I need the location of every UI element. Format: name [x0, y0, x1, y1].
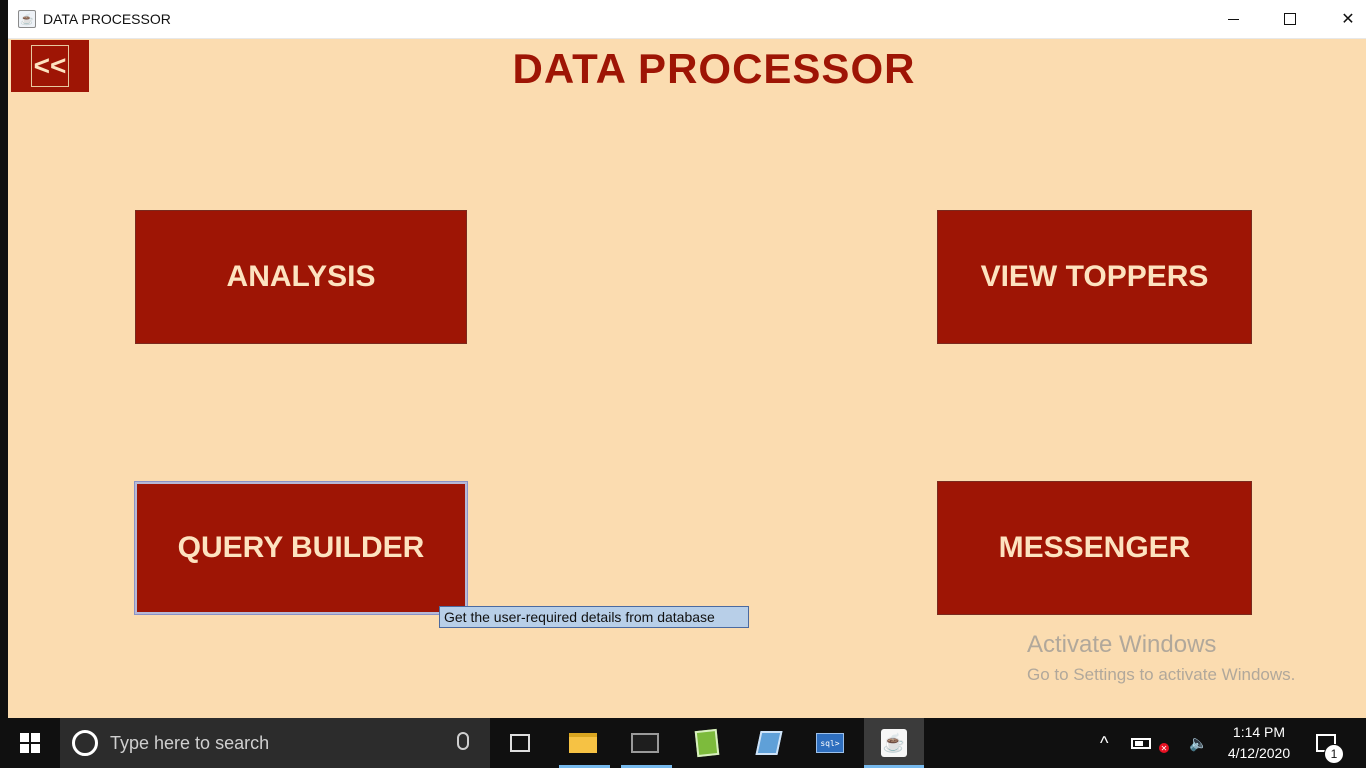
close-icon: ✕: [1341, 11, 1355, 28]
messenger-button[interactable]: MESSENGER: [937, 481, 1252, 615]
command-prompt-button[interactable]: [630, 728, 660, 758]
notepad-plus-button[interactable]: [692, 728, 722, 758]
notepad-plus-icon: [694, 728, 720, 758]
app-window: ☕ DATA PROCESSOR ✕ << DATA PROCESSOR ANA…: [8, 0, 1366, 718]
view-toppers-button[interactable]: VIEW TOPPERS: [937, 210, 1252, 344]
battery-icon: [1131, 737, 1151, 749]
notification-badge: 1: [1324, 744, 1344, 764]
minimize-button[interactable]: [1204, 0, 1262, 38]
taskbar: Type here to search sql> ☕ ^ ✕ 🔈 1:14 PM…: [0, 718, 1366, 768]
volume-button[interactable]: 🔈: [1189, 718, 1208, 768]
taskbar-search[interactable]: Type here to search: [60, 718, 490, 768]
blue-notepad-button[interactable]: [754, 728, 784, 758]
task-view-icon: [510, 734, 530, 752]
chevron-up-icon: ^: [1100, 732, 1109, 753]
main-panel: << DATA PROCESSOR ANALYSIS VIEW TOPPERS …: [8, 39, 1366, 718]
query-builder-tooltip: Get the user-required details from datab…: [439, 606, 749, 628]
clock-time: 1:14 PM: [1232, 724, 1286, 740]
network-button[interactable]: ✕: [1159, 718, 1169, 768]
window-title: DATA PROCESSOR: [43, 11, 171, 27]
speaker-icon: 🔈: [1189, 735, 1208, 752]
java-app-icon: ☕: [18, 10, 36, 28]
start-button[interactable]: [0, 718, 60, 768]
page-title: DATA PROCESSOR: [512, 45, 916, 92]
taskbar-clock[interactable]: 1:14 PM 4/12/2020: [1218, 722, 1300, 764]
maximize-button[interactable]: [1261, 0, 1319, 38]
query-builder-button[interactable]: QUERY BUILDER: [134, 481, 468, 615]
task-view-button[interactable]: [505, 728, 535, 758]
analysis-button[interactable]: ANALYSIS: [135, 210, 467, 344]
battery-button[interactable]: [1131, 718, 1151, 768]
activate-windows-watermark: Activate Windows Go to Settings to activ…: [1027, 631, 1295, 685]
blue-notepad-icon: [755, 731, 783, 755]
sql-button[interactable]: sql>: [815, 728, 845, 758]
watermark-line1: Activate Windows: [1027, 631, 1217, 658]
sql-icon: sql>: [816, 733, 844, 753]
network-disconnected-icon: ✕: [1159, 743, 1169, 753]
maximize-icon: [1284, 13, 1296, 25]
close-button[interactable]: ✕: [1319, 0, 1366, 38]
clock-date: 4/12/2020: [1227, 745, 1291, 761]
command-prompt-icon: [631, 733, 659, 753]
java-icon: ☕: [881, 729, 907, 757]
search-placeholder: Type here to search: [110, 733, 270, 753]
file-explorer-button[interactable]: [568, 728, 598, 758]
watermark-line2: Go to Settings to activate Windows.: [1027, 665, 1296, 684]
windows-logo-icon: [20, 733, 40, 753]
microphone-icon[interactable]: [457, 732, 469, 750]
file-explorer-icon: [569, 733, 597, 753]
title-bar[interactable]: ☕ DATA PROCESSOR ✕: [8, 0, 1366, 39]
java-app-taskbar-button[interactable]: ☕: [864, 718, 924, 768]
minimize-icon: [1227, 18, 1239, 20]
cortana-icon: [72, 730, 98, 756]
show-hidden-icons-button[interactable]: ^: [1100, 718, 1108, 768]
